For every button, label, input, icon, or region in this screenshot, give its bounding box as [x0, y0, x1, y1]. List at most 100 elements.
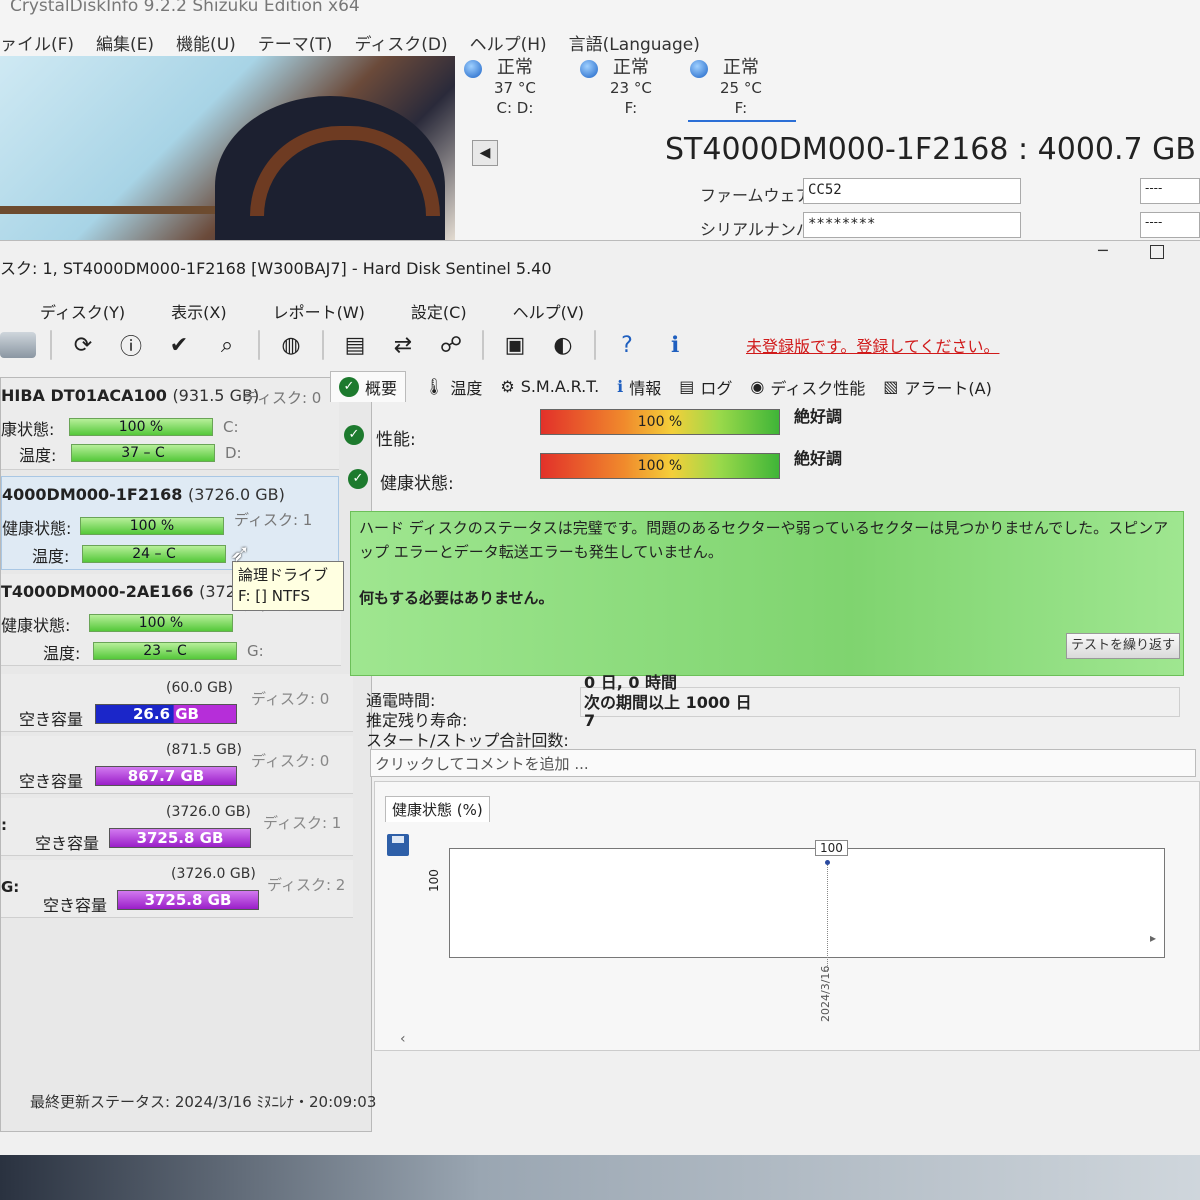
report-icon[interactable]: ▤ — [338, 328, 372, 362]
temp-bar: 23 – C — [93, 642, 237, 660]
cdi-title: CrystalDiskInfo 9.2.2 Shizuku Edition x6… — [10, 0, 360, 16]
disk-check-icon[interactable]: ✔ — [162, 328, 196, 362]
free-space-bar: 3725.8 GB — [109, 828, 251, 848]
firmware-label: ファームウェア — [700, 186, 812, 205]
disk-refresh-icon[interactable]: ⟳ — [66, 328, 100, 362]
disk-name: HIBA DT01ACA100 (931.5 GB) — [1, 386, 260, 405]
window-title: スク: 1, ST4000DM000-1F2168 [W300BAJ7] - H… — [0, 259, 552, 278]
tab-overview[interactable]: ✓ 概要 — [330, 371, 407, 402]
status-good-icon — [464, 60, 482, 78]
tab-bar: ✓ 概要 🌡 温度 ⚙ S.M.A.R.T. ℹ 情報 ▤ ログ ◉ ディスク性能 ▧ アラー… — [330, 371, 992, 402]
log-icon: ▤ — [679, 377, 695, 396]
info-icon: ℹ — [617, 377, 624, 396]
status-action: 何もする必要はありません。 — [359, 589, 554, 607]
repeat-test-button[interactable]: テストを繰り返す — [1066, 633, 1180, 659]
toolbar-separator — [258, 330, 260, 360]
graph-tab-health[interactable]: 健康状態 (%) — [385, 796, 490, 822]
partition-size: (3726.0 GB) — [166, 804, 251, 820]
drive-letter: D: — [225, 444, 242, 462]
cdi-menu-theme[interactable]: テーマ(T) — [258, 30, 333, 56]
cdi-menu-language[interactable]: 言語(Language) — [569, 30, 700, 56]
free-space-bar: 867.7 GB — [95, 766, 237, 786]
disk-search-icon[interactable]: ⌕ — [210, 328, 244, 362]
cdi-menu-function[interactable]: 機能(U) — [176, 30, 236, 56]
shizuku-artwork — [0, 56, 455, 245]
minimize-button[interactable]: ─ — [1098, 241, 1108, 260]
logical-drive-tooltip: 論理ドライブ F: [] NTFS — [232, 561, 344, 611]
cdi-menu-file[interactable]: ァイル(F) — [0, 30, 74, 56]
partition-card[interactable]: G: (3726.0 GB) 空き容量 3725.8 GB ディスク: 2 — [1, 860, 353, 918]
mouse-cursor-icon: ➶ — [230, 539, 251, 567]
disk-list-panel: HIBA DT01ACA100 (931.5 GB) ディスク: 0 康状態: … — [0, 377, 372, 1132]
menu-view[interactable]: 表示(X) — [171, 299, 226, 323]
toolbar: ⟳ ⓘ ✔ ⌕ ◍ ▤ ⇄ ☍ ▣ ◐ ? ℹ 未登録版です。登録してください。 — [0, 323, 1200, 367]
disk-info-icon[interactable]: ⓘ — [114, 328, 148, 362]
free-space-label: 空き容量 — [43, 896, 108, 915]
desktop-background — [0, 1155, 1200, 1200]
help-icon[interactable]: ? — [610, 328, 644, 362]
disk-card-selected[interactable]: 4000DM000-1F2168 (3726.0 GB) 健康状態: 100 %… — [1, 476, 339, 570]
disk-icon[interactable] — [0, 332, 36, 358]
health-label: 健康状態: — [380, 474, 454, 494]
tab-temperature[interactable]: 🌡 温度 — [424, 375, 482, 399]
free-space-label: 空き容量 — [19, 772, 84, 791]
monitor-icon[interactable]: ▣ — [498, 328, 532, 362]
health-bar: 100 % — [80, 517, 224, 535]
drive-letter: G: — [247, 642, 264, 660]
disk-name: T4000DM000-2AE166 (3726.0 — [1, 582, 262, 601]
free-space-bar: 26.6 GB — [95, 704, 237, 724]
save-icon[interactable] — [387, 834, 409, 856]
free-space-label: 空き容量 — [19, 710, 84, 729]
about-icon[interactable]: ℹ — [658, 328, 692, 362]
menu-disk[interactable]: ディスク(Y) — [40, 299, 125, 323]
cdi-dash-2: ---- — [1140, 212, 1200, 238]
cdi-drive-status-3[interactable]: 正常 25 °C F: — [690, 58, 762, 118]
menu-help[interactable]: ヘルプ(V) — [513, 299, 584, 323]
status-message-box: ハード ディスクのステータスは完璧です。問題のあるセクターや弱っているセクターは… — [350, 511, 1184, 676]
scroll-left-icon[interactable]: ‹ — [400, 1031, 406, 1047]
cdi-model-title: ST4000DM000-1F2168 : 4000.7 GB — [665, 132, 1196, 167]
prev-drive-arrow-icon[interactable]: ◀ — [472, 140, 498, 166]
scroll-right-icon[interactable]: ▸ — [1150, 931, 1156, 945]
tab-disk-performance[interactable]: ◉ ディスク性能 — [750, 375, 865, 399]
cdi-menu-edit[interactable]: 編集(E) — [96, 30, 154, 56]
disk-number: ディスク: 1 — [234, 511, 313, 529]
unregistered-link[interactable]: 未登録版です。登録してください。 — [746, 333, 999, 357]
partition-disk: ディスク: 2 — [267, 876, 346, 894]
partition-card[interactable]: (60.0 GB) 空き容量 26.6 GB ディスク: 0 — [1, 674, 353, 732]
tab-log[interactable]: ▤ ログ — [679, 375, 732, 399]
health-label: 健康状態: — [2, 519, 72, 538]
partition-letter: G: — [1, 878, 20, 896]
disk-card[interactable]: HIBA DT01ACA100 (931.5 GB) ディスク: 0 康状態: … — [1, 378, 339, 470]
tab-info[interactable]: ℹ 情報 — [617, 375, 661, 399]
partition-disk: ディスク: 1 — [263, 814, 342, 832]
cdi-drive-status-1[interactable]: 正常 37 °C C: D: — [464, 58, 536, 118]
partition-card[interactable]: : (3726.0 GB) 空き容量 3725.8 GB ディスク: 1 — [1, 798, 353, 856]
partition-card[interactable]: (871.5 GB) 空き容量 867.7 GB ディスク: 0 — [1, 736, 353, 794]
tab-alerts[interactable]: ▧ アラート(A) — [883, 375, 992, 399]
tab-smart[interactable]: ⚙ S.M.A.R.T. — [500, 377, 599, 396]
toolbar-separator — [482, 330, 484, 360]
cdi-menu-help[interactable]: ヘルプ(H) — [470, 30, 547, 56]
disk-name: 4000DM000-1F2168 (3726.0 GB) — [2, 485, 285, 504]
globe-icon[interactable]: ◍ — [274, 328, 308, 362]
hard-disk-sentinel-window: スク: 1, ST4000DM000-1F2168 [W300BAJ7] - H… — [0, 240, 1200, 1155]
cdi-drive-status-2[interactable]: 正常 23 °C F: — [580, 58, 652, 118]
free-space-bar: 3725.8 GB — [117, 890, 259, 910]
disk-number: ディスク: 0 — [243, 389, 322, 407]
cdi-menubar: ァイル(F) 編集(E) 機能(U) テーマ(T) ディスク(D) ヘルプ(H)… — [0, 30, 700, 56]
partition-size: (871.5 GB) — [166, 742, 242, 758]
comment-input[interactable]: クリックしてコメントを追加 ... — [370, 749, 1196, 777]
sync-icon[interactable]: ⇄ — [386, 328, 420, 362]
data-point-label: 100 — [815, 840, 848, 856]
speaker-icon[interactable]: ◐ — [546, 328, 580, 362]
gauge-icon: ◉ — [750, 377, 765, 396]
menu-report[interactable]: レポート(W) — [273, 299, 365, 323]
network-icon[interactable]: ☍ — [434, 328, 468, 362]
partition-letter: : — [1, 816, 7, 834]
maximize-button[interactable] — [1150, 245, 1164, 259]
cdi-menu-disk[interactable]: ディスク(D) — [354, 30, 447, 56]
thermometer-icon: 🌡 — [424, 377, 445, 396]
menu-settings[interactable]: 設定(C) — [411, 299, 467, 323]
data-point — [825, 860, 830, 865]
